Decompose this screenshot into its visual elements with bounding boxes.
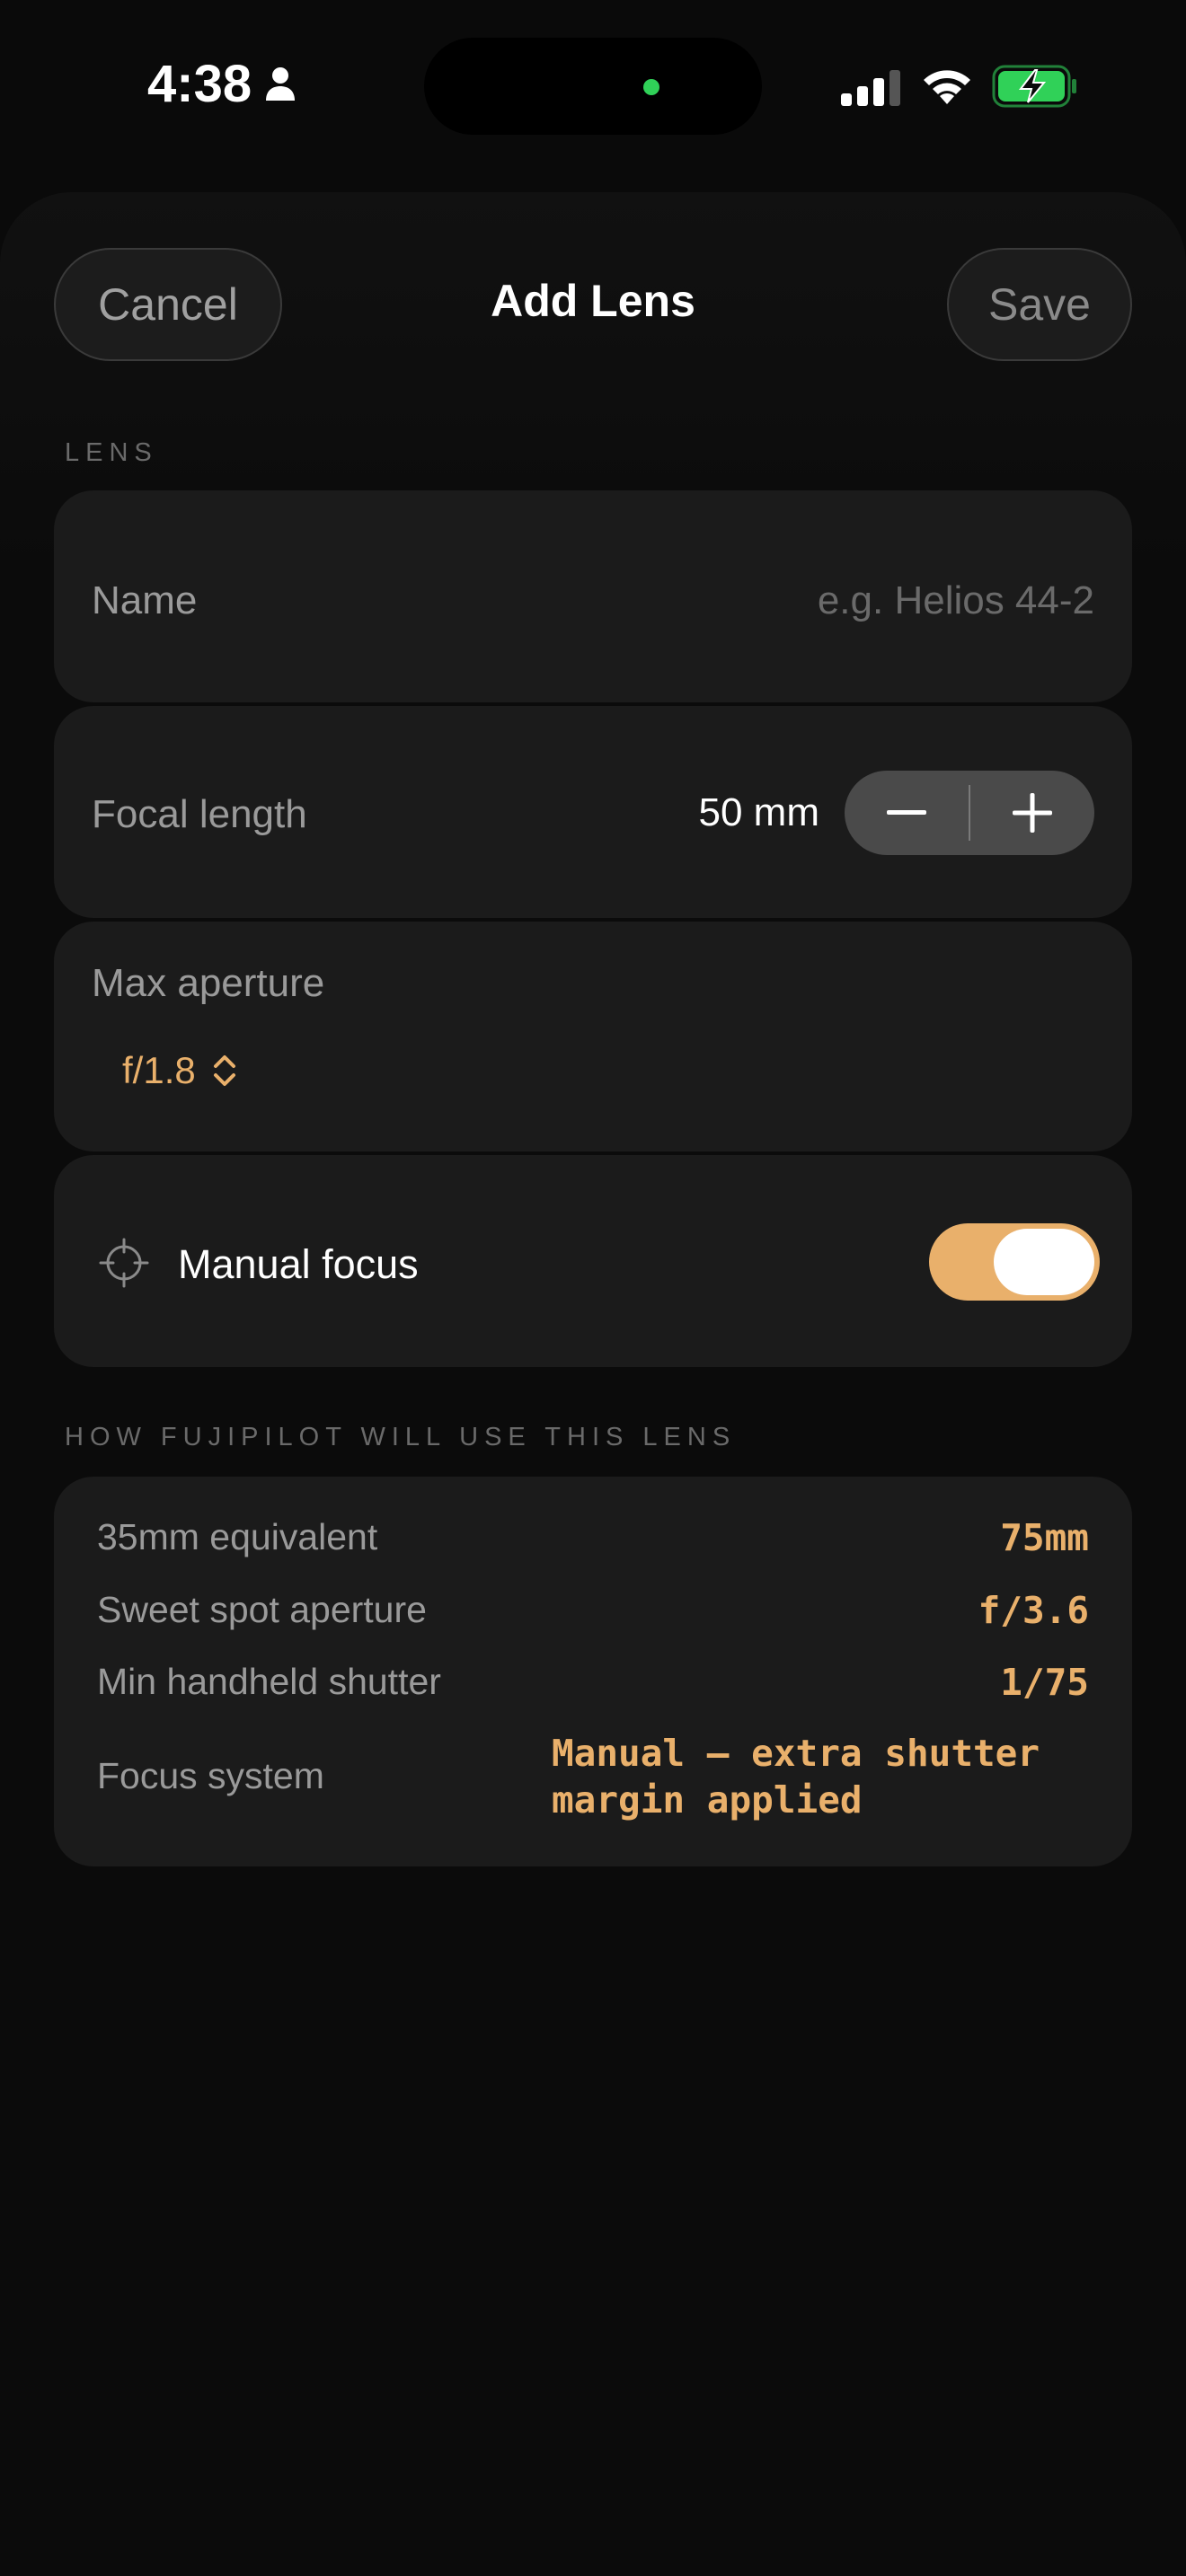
manual-focus-label: Manual focus [178,1241,419,1287]
aperture-picker[interactable]: f/1.8 [122,1049,196,1092]
info-value-min-shutter: 1/75 [1000,1661,1089,1704]
info-label-focus-system: Focus system [97,1755,324,1796]
max-aperture-label: Max aperture [92,961,325,1005]
focal-length-stepper[interactable] [845,771,1094,855]
info-value-sweet-spot: f/3.6 [978,1589,1089,1632]
battery-charging-icon [992,65,1078,112]
decrement-button[interactable] [845,771,969,855]
focal-length-label: Focal length [92,792,307,836]
info-value-focus-system: Manual — extra shutter margin applied [552,1730,1109,1823]
plus-icon [1013,793,1052,833]
add-lens-sheet: Cancel Add Lens Save LENS Name e.g. Heli… [0,192,1186,2576]
info-label-equivalent: 35mm equivalent [97,1516,378,1557]
focus-system-line-1: Manual — extra shutter [552,1732,1040,1775]
person-icon [264,66,296,107]
max-aperture-row: Max aperture f/1.8 [54,922,1132,1151]
usage-info-card: 35mm equivalent 75mm Sweet spot aperture… [54,1477,1132,1866]
info-value-equivalent: 75mm [1000,1516,1089,1559]
crosshair-icon [99,1238,149,1292]
status-time: 4:38 [147,55,252,113]
wifi-icon [920,65,974,110]
focal-length-row: Focal length 50 mm [54,706,1132,918]
signal-icon [841,70,902,110]
info-label-sweet-spot: Sweet spot aperture [97,1589,427,1630]
focus-system-line-2: margin applied [552,1778,863,1822]
save-button[interactable]: Save [947,248,1132,361]
dynamic-island [424,38,762,135]
manual-focus-row: Manual focus [54,1155,1132,1367]
name-input[interactable]: e.g. Helios 44-2 [818,578,1094,623]
name-row[interactable]: Name e.g. Helios 44-2 [54,490,1132,702]
usage-section-header: HOW FUJIPILOT WILL USE THIS LENS [65,1423,737,1451]
name-label: Name [92,578,198,622]
manual-focus-toggle[interactable] [929,1223,1100,1301]
focal-length-value: 50 mm [698,790,819,834]
toggle-knob [994,1229,1094,1295]
info-label-min-shutter: Min handheld shutter [97,1661,441,1702]
minus-icon [887,810,926,815]
chevron-up-down-icon[interactable] [212,1053,237,1093]
lens-section-header: LENS [65,438,158,467]
increment-button[interactable] [970,771,1094,855]
camera-indicator-dot [643,79,659,95]
status-bar: 4:38 [0,0,1186,180]
